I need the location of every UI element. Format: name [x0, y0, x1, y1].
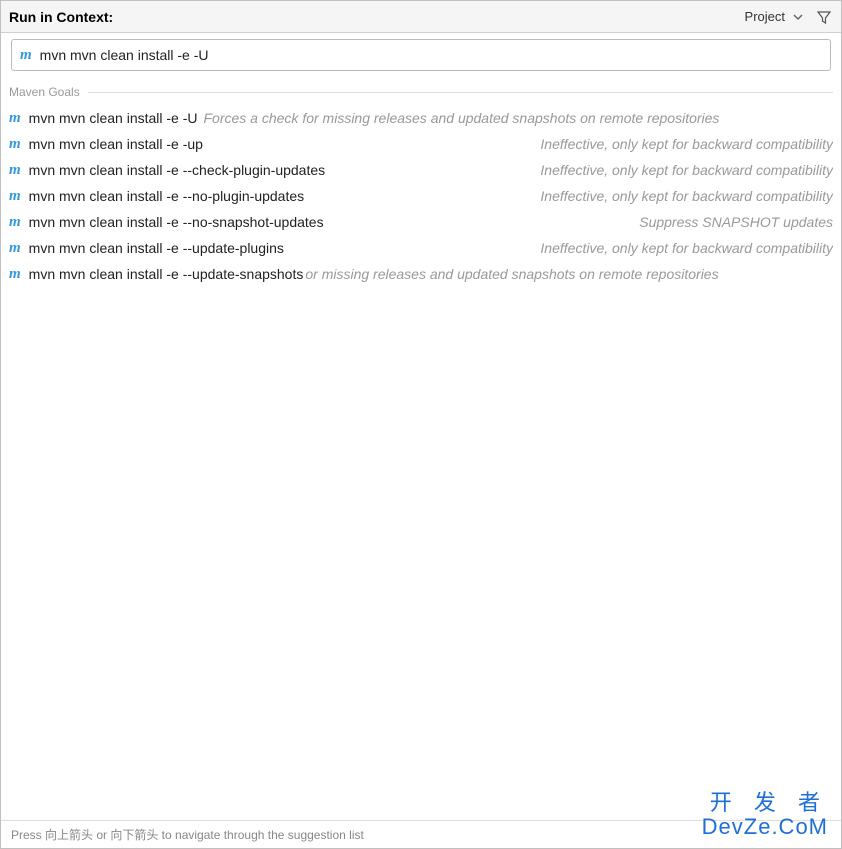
section-label: Maven Goals	[9, 85, 80, 99]
chevron-down-icon[interactable]	[793, 12, 803, 22]
suggestion-description: Suppress SNAPSHOT updates	[330, 214, 833, 230]
maven-icon: m	[9, 214, 21, 231]
header-bar: Run in Context: Project	[1, 1, 841, 33]
suggestion-description: or missing releases and updated snapshot…	[305, 266, 833, 282]
maven-icon: m	[20, 47, 32, 64]
suggestion-description: Forces a check for missing releases and …	[204, 110, 834, 126]
suggestion-command: mvn mvn clean install -e --check-plugin-…	[29, 162, 325, 178]
suggestions-list: m mvn mvn clean install -e -U Forces a che…	[1, 105, 841, 820]
suggestion-description: Ineffective, only kept for backward comp…	[310, 188, 833, 204]
scope-dropdown[interactable]: Project	[745, 9, 785, 24]
header-title: Run in Context:	[9, 9, 745, 25]
maven-icon: m	[9, 266, 21, 283]
suggestion-row[interactable]: m mvn mvn clean install -e --no-snapshot-…	[1, 209, 841, 235]
suggestion-description: Ineffective, only kept for backward comp…	[209, 136, 833, 152]
suggestion-description: Ineffective, only kept for backward comp…	[290, 240, 833, 256]
suggestion-row[interactable]: m mvn mvn clean install -e --update-plugi…	[1, 235, 841, 261]
footer-bar: Press 向上箭头 or 向下箭头 to navigate through t…	[1, 820, 841, 848]
maven-icon: m	[9, 240, 21, 257]
command-input[interactable]	[40, 47, 822, 63]
section-divider	[88, 92, 833, 93]
filter-icon[interactable]	[815, 8, 833, 26]
maven-icon: m	[9, 110, 21, 127]
footer-hint: Press 向上箭头 or 向下箭头 to navigate through t…	[11, 826, 364, 843]
suggestion-command: mvn mvn clean install -e -up	[29, 136, 203, 152]
header-right: Project	[745, 8, 833, 26]
suggestion-row[interactable]: m mvn mvn clean install -e --no-plugin-up…	[1, 183, 841, 209]
suggestion-row[interactable]: m mvn mvn clean install -e -up Ineffective…	[1, 131, 841, 157]
suggestion-row[interactable]: m mvn mvn clean install -e -U Forces a che…	[1, 105, 841, 131]
suggestion-command: mvn mvn clean install -e -U	[29, 110, 198, 126]
suggestion-command: mvn mvn clean install -e --update-snapsh…	[29, 266, 304, 282]
suggestion-description: Ineffective, only kept for backward comp…	[331, 162, 833, 178]
suggestion-command: mvn mvn clean install -e --no-plugin-upd…	[29, 188, 304, 204]
maven-icon: m	[9, 188, 21, 205]
section-header: Maven Goals	[1, 77, 841, 105]
command-input-wrapper[interactable]: m	[11, 39, 831, 71]
suggestion-row[interactable]: m mvn mvn clean install -e --check-plugin…	[1, 157, 841, 183]
maven-icon: m	[9, 162, 21, 179]
suggestion-command: mvn mvn clean install -e --update-plugin…	[29, 240, 284, 256]
suggestion-command: mvn mvn clean install -e --no-snapshot-u…	[29, 214, 324, 230]
maven-icon: m	[9, 136, 21, 153]
suggestion-row[interactable]: m mvn mvn clean install -e --update-snaps…	[1, 261, 841, 287]
